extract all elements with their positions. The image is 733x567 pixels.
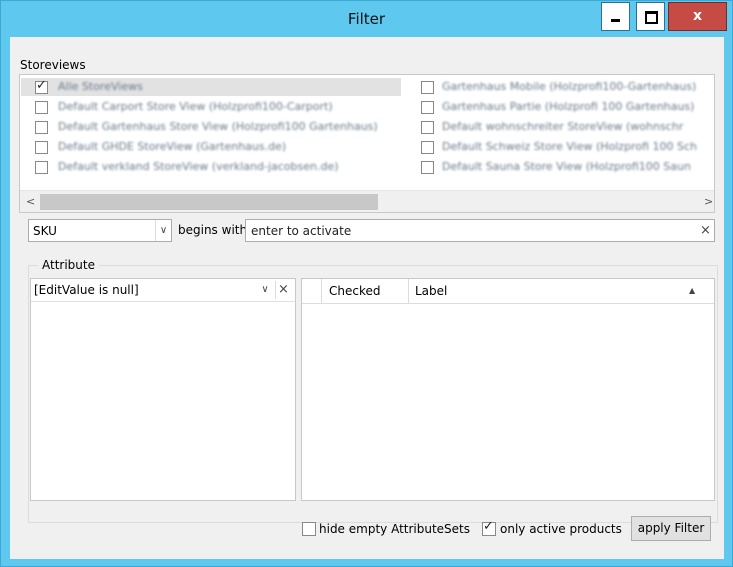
scrollbar-thumb[interactable] [40,194,378,210]
sort-ascending-icon: ▲ [689,286,696,295]
storeview-label: Default verkland StoreView (verkland-jac… [58,160,339,173]
clear-icon[interactable]: × [275,281,291,299]
attribute-tree-panel[interactable]: [EditValue is null] ∨ × [30,278,296,501]
storeview-label: Default Schweiz Store View (Holzprofi 10… [442,140,697,153]
filter-window: Filter x Storeviews Alle StoreViews Defa… [0,0,733,567]
storeview-checkbox[interactable] [421,121,434,134]
storeviews-checklist[interactable]: Alle StoreViews Default Carport Store Vi… [19,74,715,213]
storeview-label: Default Carport Store View (Holzprofi100… [58,100,333,113]
close-icon: x [692,8,703,24]
storeview-checkbox[interactable] [35,101,48,114]
maximize-button[interactable] [636,2,665,31]
storeview-checkbox[interactable] [35,141,48,154]
storeview-checkbox[interactable] [421,141,434,154]
storeview-label: Default Sauna Store View (Holzprofi100 S… [442,160,691,173]
filter-field-combobox[interactable]: SKU ∨ [28,219,172,242]
scroll-right-arrow-icon[interactable]: > [704,195,713,208]
close-button[interactable]: x [668,2,727,31]
storeview-checkbox[interactable] [35,78,48,94]
storeviews-horizontal-scrollbar[interactable]: < > [20,190,714,212]
storeview-label: Alle StoreViews [58,80,143,93]
chevron-down-icon[interactable]: ∨ [155,220,171,241]
grid-column-checked[interactable]: Checked [322,279,409,303]
chevron-down-icon[interactable]: ∨ [257,281,273,299]
storeview-label: Gartenhaus Partie (Holzprofi 100 Gartenh… [442,100,695,113]
column-header-label: Checked [329,284,381,298]
apply-filter-button[interactable]: apply Filter [631,516,711,541]
clear-icon[interactable]: × [700,223,711,238]
storeview-label: Gartenhaus Mobile (Holzprofi100-Gartenha… [442,80,697,93]
storeview-label: Default wohnschreiter StoreView (wohnsch… [442,120,684,133]
attribute-group-label: Attribute [38,258,99,272]
storeview-checkbox[interactable] [421,81,434,94]
attribute-grid[interactable]: Checked Label ▲ [301,278,715,501]
minimize-button[interactable] [601,2,630,31]
hide-empty-checkbox[interactable] [302,522,316,536]
storeview-checkbox[interactable] [421,101,434,114]
hide-empty-label: hide empty AttributeSets [319,522,471,536]
column-header-label: Label [415,284,448,298]
storeview-checkbox[interactable] [35,121,48,134]
grid-column-label[interactable]: Label ▲ [409,279,714,303]
storeviews-label: Storeviews [20,58,86,72]
filter-value-input[interactable]: enter to activate × [245,219,715,242]
attribute-combobox[interactable]: [EditValue is null] ∨ × [31,279,295,302]
only-active-checkbox[interactable] [482,519,496,536]
operator-label: begins with [178,223,248,237]
storeview-label: Default GHDE StoreView (Gartenhaus.de) [58,140,287,153]
storeview-label: Default Gartenhaus Store View (Holzprofi… [58,120,378,133]
storeview-checkbox[interactable] [421,161,434,174]
only-active-label: only active products [500,522,622,536]
grid-header-row: Checked Label ▲ [302,279,714,304]
title-bar[interactable]: Filter x [1,1,732,37]
filter-input-text: enter to activate [251,224,352,238]
filter-field-value: SKU [33,224,57,238]
dialog-client-area: Storeviews Alle StoreViews Default Carpo… [10,37,724,559]
scroll-left-arrow-icon[interactable]: < [26,195,35,208]
grid-indicator-column [302,279,322,303]
storeview-checkbox[interactable] [35,161,48,174]
attribute-combo-value: [EditValue is null] [34,283,139,297]
